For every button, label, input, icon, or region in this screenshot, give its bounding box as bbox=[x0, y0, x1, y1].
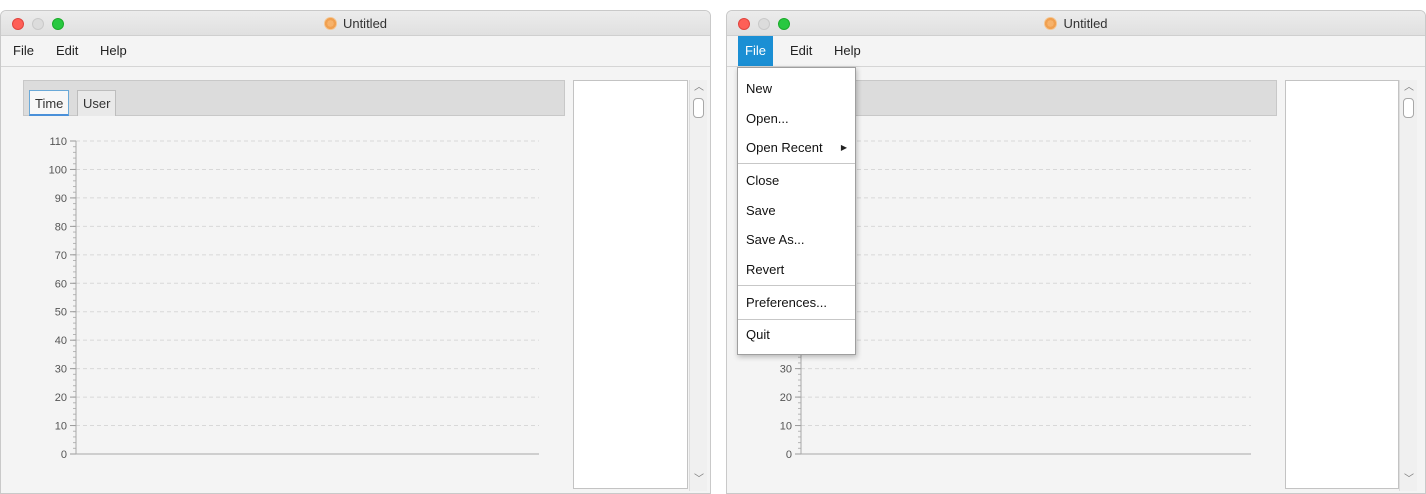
scroll-thumb[interactable] bbox=[693, 98, 704, 118]
vertical-scrollbar[interactable]: ︿ ﹀ bbox=[689, 80, 707, 491]
menu-item-revert[interactable]: Revert bbox=[738, 259, 855, 281]
app-icon bbox=[1044, 17, 1058, 30]
menu-separator bbox=[738, 285, 855, 286]
y-tick-label: 100 bbox=[49, 164, 67, 176]
menu-bar: File Edit Help bbox=[1, 36, 710, 67]
y-tick-label: 10 bbox=[55, 421, 67, 433]
menu-separator bbox=[738, 163, 855, 164]
time-chart: 0 10 20 30 40 50 60 70 80 90 100 110 bbox=[1, 116, 565, 471]
window-title: Untitled bbox=[727, 16, 1425, 31]
menu-edit[interactable]: Edit bbox=[783, 36, 819, 66]
scroll-up-icon[interactable]: ︿ bbox=[694, 83, 704, 93]
tab-time[interactable]: Time bbox=[29, 90, 70, 116]
menu-bar: File Edit Help bbox=[727, 36, 1425, 67]
y-tick-label: 30 bbox=[780, 364, 792, 376]
y-tick-label: 80 bbox=[55, 221, 67, 233]
menu-separator bbox=[738, 319, 855, 320]
menu-item-save[interactable]: Save bbox=[738, 200, 855, 222]
menu-item-save-as[interactable]: Save As... bbox=[738, 229, 855, 251]
menu-item-preferences[interactable]: Preferences... bbox=[738, 292, 855, 314]
chart-svg: 0 10 20 30 40 50 60 70 80 90 100 110 bbox=[49, 136, 539, 461]
menu-item-label: Open Recent bbox=[746, 140, 823, 155]
menu-item-quit[interactable]: Quit bbox=[738, 324, 855, 346]
y-tick-label: 10 bbox=[780, 421, 792, 433]
y-tick-label: 50 bbox=[55, 307, 67, 319]
vertical-scrollbar[interactable]: ︿ ﹀ bbox=[1399, 80, 1417, 491]
y-tick-label: 110 bbox=[49, 136, 67, 148]
tab-user[interactable]: User bbox=[77, 90, 117, 116]
menu-item-open[interactable]: Open... bbox=[738, 108, 855, 130]
menu-edit[interactable]: Edit bbox=[49, 36, 85, 66]
y-tick-label: 30 bbox=[55, 364, 67, 376]
scroll-down-icon[interactable]: ﹀ bbox=[1404, 475, 1414, 485]
menu-item-open-recent[interactable]: Open Recent ▶ bbox=[738, 137, 855, 159]
side-list-panel[interactable] bbox=[573, 80, 688, 489]
menu-help[interactable]: Help bbox=[827, 36, 868, 66]
submenu-arrow-icon: ▶ bbox=[840, 143, 847, 152]
scroll-up-icon[interactable]: ︿ bbox=[1404, 83, 1414, 93]
menu-item-close[interactable]: Close bbox=[738, 170, 855, 192]
tab-strip: Time User bbox=[23, 80, 565, 116]
scroll-thumb[interactable] bbox=[1403, 98, 1414, 118]
title-bar: Untitled bbox=[1, 11, 710, 36]
scroll-down-icon[interactable]: ﹀ bbox=[694, 475, 704, 485]
window-title: Untitled bbox=[1, 16, 710, 31]
file-dropdown-menu: New Open... Open Recent ▶ Close Save Sav… bbox=[737, 67, 856, 355]
app-icon bbox=[323, 17, 337, 30]
y-tick-label: 40 bbox=[55, 335, 67, 347]
side-list-panel[interactable] bbox=[1285, 80, 1399, 489]
title-bar: Untitled bbox=[727, 11, 1425, 36]
y-tick-label: 0 bbox=[786, 449, 792, 461]
y-tick-label: 70 bbox=[55, 250, 67, 262]
y-tick-label: 0 bbox=[61, 449, 67, 461]
menu-file[interactable]: File bbox=[6, 36, 41, 66]
y-tick-label: 20 bbox=[780, 392, 792, 404]
left-window: Untitled File Edit Help Time User 0 10 20 3… bbox=[0, 10, 711, 494]
y-tick-label: 90 bbox=[55, 193, 67, 205]
y-tick-label: 20 bbox=[55, 392, 67, 404]
menu-item-new[interactable]: New bbox=[738, 78, 855, 100]
y-tick-label: 60 bbox=[55, 278, 67, 290]
menu-help[interactable]: Help bbox=[93, 36, 134, 66]
menu-file[interactable]: File bbox=[738, 36, 773, 66]
